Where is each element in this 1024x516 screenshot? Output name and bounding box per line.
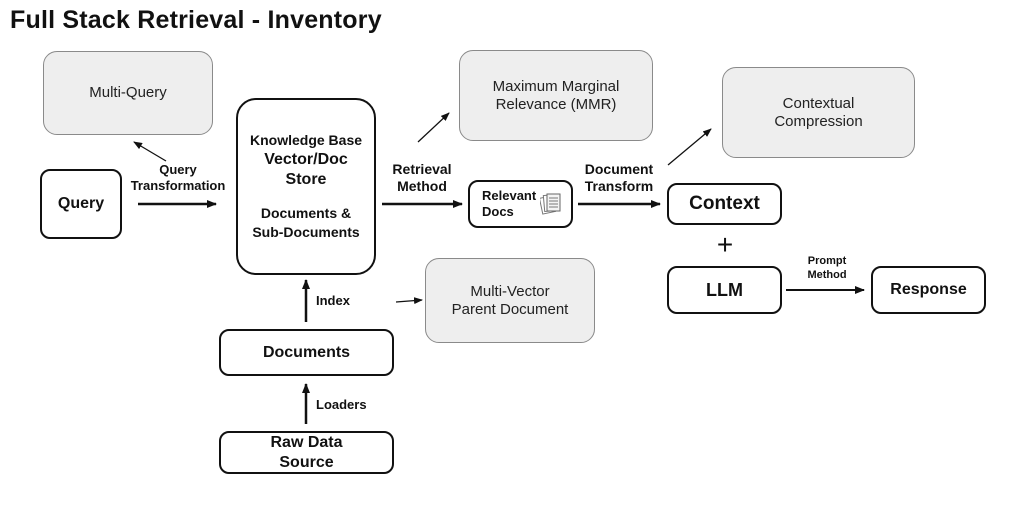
documents-stack-icon [539,191,562,217]
dt-line2: Transform [584,178,654,194]
retrieval-method-label: Retrieval Method [384,161,460,195]
query-transformation-label: Query Transformation [122,162,234,194]
index-label: Index [316,293,350,308]
relevant-docs-line2: Docs [482,204,514,219]
pm-line2: Method [807,269,847,281]
arrow-to-multi-vector [395,297,423,305]
raw-line1: Raw Data [270,433,343,451]
kb-line2: Vector/Doc [264,151,348,168]
query-node: Query [40,169,122,239]
rm-line2: Method [397,178,447,194]
document-transform-label: Document Transform [576,161,662,195]
qt-line1: Query [159,162,197,177]
rm-line1: Retrieval [392,161,452,177]
raw-data-source-node: Raw Data Source [219,431,394,474]
arrow-to-contextual-compression [667,128,712,166]
context-node: Context [667,183,782,225]
pm-line1: Prompt [807,255,847,267]
kb-line3: Store [285,171,327,188]
query-label: Query [57,195,105,212]
response-label: Response [890,281,967,298]
contextual-compression-node: Contextual Compression [722,67,915,158]
prompt-method-label: Prompt Method [796,254,858,282]
mmr-label-line2: Relevance (MMR) [495,95,617,113]
raw-line2: Source [279,453,334,471]
relevant-docs-node: Relevant Docs [468,180,573,228]
arrow-to-multi-query [133,141,167,162]
mv-label-line1: Multi-Vector [470,282,550,300]
plus-sign: + [716,229,734,260]
kb-line1: Knowledge Base [249,132,363,148]
kb-line5: Sub-Documents [252,224,360,240]
context-label: Context [689,193,760,214]
kb-line4: Documents & [260,205,352,221]
mv-label-line2: Parent Document [451,300,569,318]
response-node: Response [871,266,986,314]
documents-node: Documents [219,329,394,376]
arrow-to-mmr [417,112,450,143]
mmr-node: Maximum Marginal Relevance (MMR) [459,50,653,141]
qt-line2: Transformation [130,178,226,193]
relevant-docs-text: Relevant Docs [482,188,536,220]
documents-label: Documents [262,343,351,361]
dt-line1: Document [584,161,654,177]
loaders-label: Loaders [316,397,367,412]
relevant-docs-line1: Relevant [482,188,537,203]
multi-query-node: Multi-Query [43,51,213,135]
llm-label: LLM [706,279,743,300]
mmr-label-line1: Maximum Marginal [492,77,620,95]
llm-node: LLM [667,266,782,314]
cc-label-line2: Compression [774,112,863,130]
cc-label-line1: Contextual [782,94,855,112]
multi-vector-node: Multi-Vector Parent Document [425,258,595,343]
multi-query-label: Multi-Query [89,84,167,101]
knowledge-base-node: Knowledge Base Vector/Doc Store Document… [236,98,376,275]
